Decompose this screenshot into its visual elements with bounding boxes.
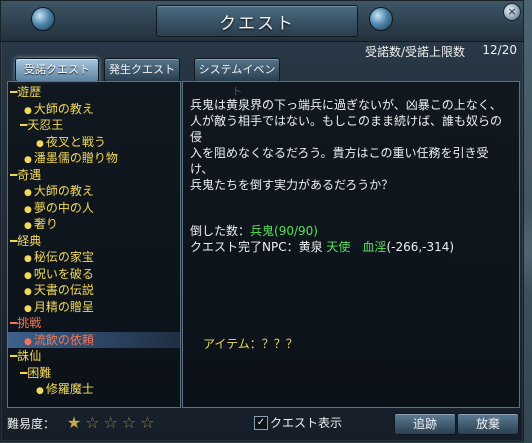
close-button[interactable]: × <box>503 3 521 21</box>
bullet-icon: ● <box>24 270 32 281</box>
tree-quest-item[interactable]: ● 大師の教え <box>8 183 180 199</box>
tree-quest-item[interactable]: ● 月精の贈呈 <box>8 299 180 315</box>
difficulty-stars: ★ ☆ ☆ ☆ ☆ <box>67 413 159 432</box>
tree-quest-item[interactable]: ● 夢の中の人 <box>8 200 180 216</box>
window-title: クエスト <box>219 13 295 34</box>
defeat-count: (90/90) <box>274 224 318 238</box>
quest-detail-panel: 兵鬼は黄泉界の下っ端兵に過ぎないが、凶暴この上なく、 人が敵う相手ではない。もし… <box>182 81 520 408</box>
tree-category[interactable]: ━誅仙 <box>8 348 180 364</box>
tree-item-label: 大師の教え <box>33 101 94 116</box>
bullet-icon: ● <box>24 221 32 231</box>
bullet-icon: ● <box>24 188 32 198</box>
star-empty-icon: ☆ <box>85 413 100 432</box>
tree-item-label: 秘伝の家宝 <box>33 250 94 264</box>
bullet-icon: ● <box>36 138 44 149</box>
tree-item-label: 天忍王 <box>27 118 64 132</box>
tab-system-events[interactable]: システムイベント <box>194 58 280 98</box>
show-quest-label: クエスト表示 <box>270 416 343 430</box>
tree-quest-item[interactable]: ● 潘墨儒の贈り物 <box>8 150 180 166</box>
title-bar[interactable]: クエスト × <box>1 1 523 42</box>
defeat-target: 兵鬼 <box>250 224 275 238</box>
title-plate: クエスト <box>156 5 358 37</box>
bullet-icon: ● <box>24 105 32 116</box>
tree-item-label: 修羅魔士 <box>45 382 94 396</box>
tree-item-label: 潘墨儒の贈り物 <box>33 151 118 165</box>
ornament-left-icon <box>31 7 55 31</box>
tree-subcategory[interactable]: ━困難 <box>8 365 180 381</box>
npc-name[interactable]: 天使 血淫 <box>326 240 386 254</box>
tree-item-label: 遊歴 <box>17 85 42 99</box>
tree-item-label: 大師の教え <box>33 184 94 198</box>
tree-quest-item[interactable]: ● 修羅魔士 <box>8 381 180 397</box>
tree-category[interactable]: ━奇遇 <box>8 167 180 183</box>
tree-item-label: 奇遇 <box>17 167 42 182</box>
tree-item-label: 流飲の依頼 <box>33 332 94 347</box>
tab-accepted-quests[interactable]: 受諾クエスト <box>15 58 99 82</box>
tree-category[interactable]: ━経典 <box>8 233 180 249</box>
bullet-icon: ● <box>24 336 32 347</box>
tree-category[interactable]: ━挑戦 <box>8 315 180 331</box>
track-button[interactable]: 追跡 <box>394 413 456 435</box>
defeat-count-row: 倒した数：兵鬼(90/90) <box>190 223 318 239</box>
tree-item-label: 呪いを破る <box>33 266 94 281</box>
bullet-icon: ● <box>24 155 32 165</box>
bullet-icon: ● <box>24 204 32 215</box>
tree-item-label: 天書の伝説 <box>33 283 94 297</box>
tree-quest-item[interactable]: ● 大師の教え <box>8 101 180 117</box>
tree-subcategory[interactable]: ━天忍王 <box>8 117 180 133</box>
show-quest-checkbox[interactable]: ✓ <box>254 416 268 430</box>
tree-item-label: 困難 <box>27 365 52 380</box>
quest-limit-label: 受諾数/受諾上限数 <box>364 45 465 59</box>
tree-quest-item[interactable]: ● 夜叉と戦う <box>8 134 180 150</box>
tree-item-label: 誅仙 <box>17 349 42 363</box>
star-filled-icon: ★ <box>66 413 82 432</box>
tree-item-label: 夜叉と戦う <box>45 134 106 149</box>
star-empty-icon: ☆ <box>103 413 118 432</box>
difficulty-label: 難易度： <box>7 417 56 431</box>
difficulty-row: 難易度： ★ ☆ ☆ ☆ ☆ <box>7 412 159 434</box>
bullet-icon: ● <box>24 254 32 264</box>
abandon-button[interactable]: 放棄 <box>457 413 519 435</box>
star-empty-icon: ☆ <box>140 413 155 432</box>
tree-quest-item[interactable]: ● 天書の伝説 <box>8 282 180 298</box>
quest-description: 兵鬼は黄泉界の下っ端兵に過ぎないが、凶暴この上なく、 人が敵う相手ではない。もし… <box>190 98 503 192</box>
tree-quest-item[interactable]: ● 秘伝の家宝 <box>8 249 180 265</box>
bullet-icon: ● <box>36 386 44 396</box>
tab-available-quests[interactable]: 発生クエスト <box>104 58 180 82</box>
tree-item-label: 奢り <box>33 217 58 231</box>
reward-item: アイテム：？？？ <box>203 337 298 351</box>
quest-window: クエスト × 受諾数/受諾上限数 12/20 受諾クエスト 発生クエスト システ… <box>0 0 524 442</box>
tree-quest-item[interactable]: ● 流飲の依頼 <box>8 331 180 348</box>
tree-item-label: 月精の贈呈 <box>33 299 94 314</box>
tree-quest-item[interactable]: ● 呪いを破る <box>8 266 180 282</box>
star-empty-icon: ☆ <box>121 413 137 432</box>
npc-label: クエスト完了NPC：黄泉 <box>190 240 327 254</box>
tree-category[interactable]: ━遊歴 <box>8 84 180 100</box>
quest-tree-panel: ━遊歴 ● 大師の教え ━天忍王 ● 夜叉と戦う ● 潘墨儒の贈り物 ━奇遇 ● 大師の教え ● 夢の中… <box>7 81 181 408</box>
defeat-count-label: 倒した数： <box>190 224 251 238</box>
tree-item-label: 挑戦 <box>17 316 42 330</box>
quest-count: 12/20 <box>482 43 517 57</box>
tree-item-label: 夢の中の人 <box>33 200 94 215</box>
bullet-icon: ● <box>24 287 32 297</box>
npc-row: クエスト完了NPC：黄泉 天使 血淫(-266,-314) <box>190 239 454 255</box>
bullet-icon: ● <box>24 303 32 314</box>
npc-coords: (-266,-314) <box>386 240 455 254</box>
tree-quest-item[interactable]: ● 奢り <box>8 216 180 232</box>
tree-item-label: 経典 <box>17 233 42 248</box>
ornament-right-icon <box>369 7 393 31</box>
